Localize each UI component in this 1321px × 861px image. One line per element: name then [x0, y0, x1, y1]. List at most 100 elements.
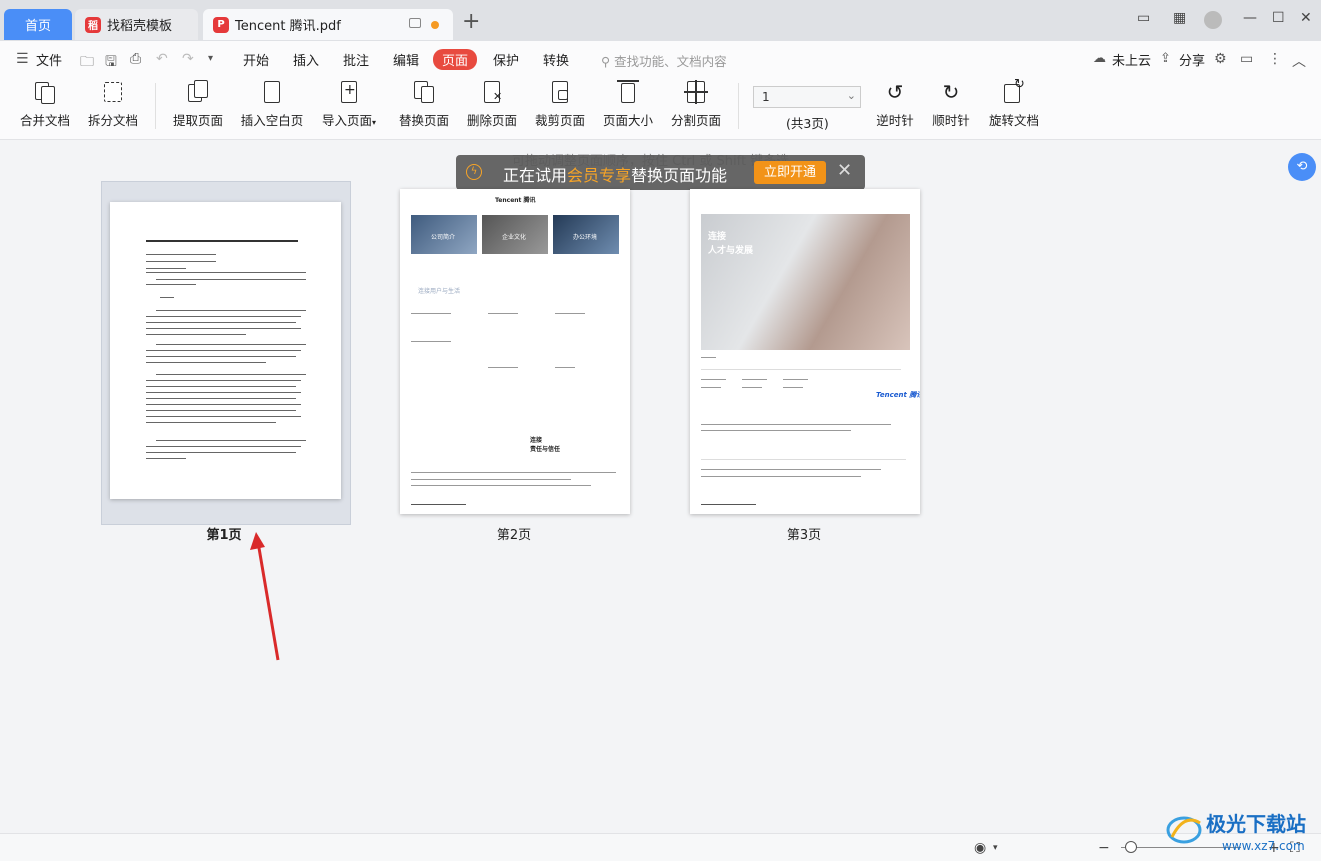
text-line	[146, 422, 276, 423]
rotate-document-button[interactable]: ↻ 旋转文档	[986, 77, 1042, 129]
avatar[interactable]	[1204, 11, 1222, 29]
merge-docs-label: 合并文档	[20, 113, 71, 128]
tile-label-1: 公司简介	[431, 234, 456, 241]
share-icon: ⇪	[1160, 51, 1171, 66]
share-button[interactable]: 分享	[1179, 50, 1205, 69]
page-label-2: 第2页	[496, 528, 532, 543]
tab-document[interactable]: P Tencent 腾讯.pdf	[203, 9, 453, 40]
text-line	[146, 272, 306, 273]
office-photo: 公司简介	[411, 215, 477, 254]
watermark-url: www.xz7.com	[1222, 839, 1305, 853]
close-icon[interactable]: ✕	[1300, 10, 1312, 26]
zoom-out-icon[interactable]: −	[1098, 840, 1110, 856]
menu-file[interactable]: 文件	[36, 50, 62, 69]
save-icon[interactable]: 🖫	[105, 51, 117, 75]
zoom-slider-handle[interactable]	[1125, 841, 1137, 853]
text-line	[146, 380, 301, 381]
hamburger-icon[interactable]: ☰	[16, 51, 29, 67]
menu-protect[interactable]: 保护	[493, 50, 519, 69]
tab-document-label: Tencent 腾讯.pdf	[235, 19, 341, 34]
maximize-icon[interactable]: ☐	[1272, 10, 1285, 26]
text-line	[146, 416, 301, 417]
search-input[interactable]: ⚲ 查找功能、文档内容	[601, 51, 727, 70]
replace-page-icon	[412, 80, 436, 104]
side-panel-icon[interactable]: ⟲	[1288, 153, 1316, 181]
monitor-icon[interactable]	[409, 18, 421, 28]
tab-home[interactable]: 首页	[4, 9, 72, 40]
grid-apps-icon[interactable]: ▦	[1173, 10, 1186, 26]
print-icon[interactable]: ⎙	[130, 51, 141, 67]
rotate-ccw-label: 逆时针	[876, 113, 914, 128]
split-docs-button[interactable]: 拆分文档	[88, 80, 138, 129]
lightning-icon: ϟ	[466, 164, 482, 180]
close-toast-icon[interactable]: ✕	[837, 160, 852, 181]
watermark-site-name: 极光下载站	[1206, 812, 1306, 836]
text-line	[156, 279, 306, 280]
import-page-button[interactable]: + 导入页面▾	[320, 80, 378, 129]
page-thumbnail-1[interactable]	[101, 181, 351, 525]
page-thumbnail-3[interactable]: 连接 人才与发展 Tencent 腾讯	[680, 181, 930, 525]
menu-insert[interactable]: 插入	[293, 50, 319, 69]
open-folder-icon[interactable]: 🗀	[80, 51, 94, 75]
tile-label-2: 企业文化	[502, 234, 527, 241]
rotate-ccw-button[interactable]: ↺ 逆时针	[872, 80, 918, 129]
split-page-button[interactable]: 分割页面	[670, 80, 722, 129]
cloud-icon: ☁	[1093, 51, 1106, 66]
title-bar: 首页 稻 找稻壳模板 P Tencent 腾讯.pdf + ▭ ▦ — ☐ ✕	[0, 0, 1321, 41]
gear-icon[interactable]: ⚙	[1214, 51, 1227, 67]
divider	[738, 83, 739, 129]
layout-icon[interactable]: ▭	[1137, 10, 1150, 26]
page3-heading: 连接	[708, 232, 727, 242]
redo-icon[interactable]: ↷	[182, 51, 194, 67]
comment-icon[interactable]: ▭	[1240, 51, 1253, 67]
text-line	[156, 374, 306, 375]
menu-annotate[interactable]: 批注	[343, 50, 369, 69]
page-number-select[interactable]: 1 ⌄	[753, 86, 861, 108]
rotate-cw-button[interactable]: ↻ 顺时针	[928, 80, 974, 129]
page-thumbnail-2[interactable]: Tencent 腾讯 公司简介 企业文化 办公环境 连接用户与生活 连接 责任与…	[390, 181, 640, 525]
more-icon[interactable]: ⋮	[1268, 51, 1282, 67]
minimize-icon[interactable]: —	[1243, 10, 1257, 26]
menu-bar: ☰ 文件 🗀 🖫 ⎙ ↶ ↷ ▾ 开始 插入 批注 编辑 页面 保护 转换 ⚲ …	[0, 41, 1321, 77]
import-page-icon: +	[337, 80, 361, 104]
text-line	[146, 398, 296, 399]
undo-icon[interactable]: ↶	[156, 51, 168, 67]
eye-protection-icon[interactable]: ◉	[974, 840, 986, 856]
text-line	[146, 458, 186, 459]
replace-page-button[interactable]: 替换页面	[398, 80, 450, 129]
text-line	[146, 356, 296, 357]
page-number-value: 1	[762, 90, 770, 104]
red-arrow-annotation	[250, 532, 280, 661]
menu-start[interactable]: 开始	[243, 50, 269, 69]
extract-page-button[interactable]: 提取页面	[172, 80, 224, 129]
unsaved-dot-icon	[431, 21, 439, 29]
office-photo: 企业文化	[482, 215, 548, 254]
chevron-down-icon: ⌄	[846, 89, 856, 102]
split-docs-label: 拆分文档	[88, 113, 139, 128]
text-line	[146, 350, 301, 351]
menu-edit[interactable]: 编辑	[393, 50, 419, 69]
delete-page-button[interactable]: ✕ 删除页面	[466, 80, 518, 129]
chevron-down-icon[interactable]: ▾	[993, 843, 998, 853]
new-tab-button[interactable]: +	[462, 11, 480, 33]
split-icon	[101, 80, 125, 104]
cloud-status[interactable]: 未上云	[1112, 50, 1151, 69]
insert-blank-page-button[interactable]: 插入空白页	[240, 80, 304, 129]
crop-page-button[interactable]: 裁剪页面	[534, 80, 586, 129]
tab-template[interactable]: 稻 找稻壳模板	[75, 9, 198, 40]
import-page-label: 导入页面	[321, 113, 372, 128]
text-line	[146, 452, 296, 453]
text-line	[146, 284, 196, 285]
collapse-icon[interactable]: ︿	[1292, 51, 1306, 71]
page-size-button[interactable]: 页面大小	[602, 80, 654, 129]
tencent-brand: Tencent 腾讯	[876, 391, 920, 399]
tab-template-label: 找稻壳模板	[107, 19, 173, 34]
split-page-icon	[684, 80, 708, 104]
menu-convert[interactable]: 转换	[543, 50, 569, 69]
merge-docs-button[interactable]: 合并文档	[20, 80, 70, 129]
menu-page[interactable]: 页面	[433, 49, 478, 70]
text-line	[146, 404, 301, 405]
ribbon-toolbar: 合并文档 拆分文档 提取页面 插入空白页 + 导入页面▾ 替换页面 ✕ 删除页面…	[0, 77, 1321, 140]
chevron-down-icon[interactable]: ▾	[208, 53, 213, 64]
text-line	[146, 334, 246, 335]
